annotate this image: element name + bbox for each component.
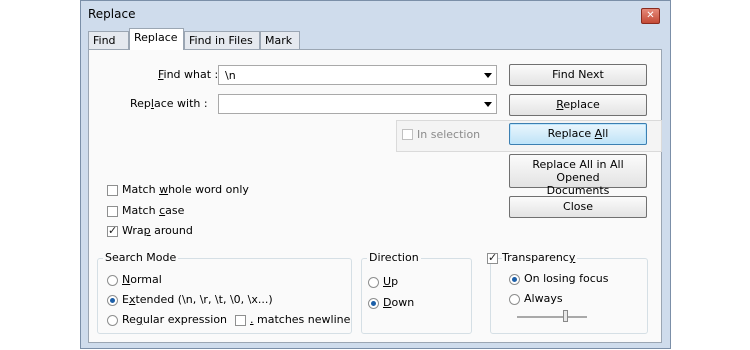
- dropdown-arrow-icon[interactable]: [484, 73, 492, 78]
- match-whole-word-checkbox[interactable]: [107, 185, 118, 196]
- replace-panel: Find what : \n Replace with : Find Next …: [88, 49, 662, 343]
- direction-group: Direction: [361, 251, 472, 334]
- find-what-value: \n: [225, 69, 236, 82]
- tab-find-label: Find: [93, 34, 116, 47]
- radio-selected-dot: [512, 277, 517, 282]
- direction-up-label: Up: [383, 275, 399, 288]
- matches-newline-label: . matches newline: [250, 313, 351, 326]
- tab-replace-label: Replace: [134, 31, 178, 44]
- matches-newline-checkbox[interactable]: [235, 315, 246, 326]
- tab-find-in-files-label: Find in Files: [189, 34, 253, 47]
- close-icon: ✕: [646, 10, 655, 21]
- replace-all-button[interactable]: Replace All: [509, 123, 647, 145]
- dropdown-arrow-icon[interactable]: [484, 102, 492, 107]
- normal-radio[interactable]: [107, 275, 118, 286]
- extended-label: Extended (\n, \r, \t, \0, \x...): [122, 293, 273, 306]
- replace-dialog: Replace ✕ Find Replace Find in Files Mar…: [80, 0, 671, 349]
- regular-expression-radio[interactable]: [107, 315, 118, 326]
- title-bar[interactable]: Replace ✕: [81, 1, 670, 31]
- replace-all-in-opened-documents-button[interactable]: Replace All in All Opened Documents: [509, 154, 647, 197]
- radio-selected-dot: [110, 298, 115, 303]
- direction-up-radio[interactable]: [368, 277, 379, 288]
- find-next-button[interactable]: Find Next: [509, 64, 647, 86]
- radio-selected-dot: [371, 301, 376, 306]
- close-button[interactable]: Close: [509, 196, 647, 218]
- find-what-combobox[interactable]: \n: [218, 65, 497, 85]
- transparency-slider-thumb[interactable]: [563, 310, 568, 322]
- find-next-label: Find Next: [552, 68, 604, 81]
- replace-button-label: Replace: [556, 98, 600, 111]
- tab-replace[interactable]: Replace: [129, 28, 184, 50]
- transparency-checkbox[interactable]: ✓: [487, 251, 498, 264]
- close-button-label: Close: [563, 200, 593, 213]
- search-mode-title: Search Mode: [103, 251, 179, 264]
- direction-down-label: Down: [383, 296, 415, 309]
- checkmark-icon: ✓: [488, 251, 498, 264]
- direction-title: Direction: [367, 251, 421, 264]
- transparency-label: Transparency: [502, 251, 578, 264]
- tab-mark[interactable]: Mark: [260, 31, 300, 49]
- on-losing-focus-label: On losing focus: [524, 272, 609, 285]
- transparency-slider-track[interactable]: [517, 316, 587, 318]
- replace-button[interactable]: Replace: [509, 94, 647, 116]
- tab-mark-label: Mark: [265, 34, 293, 47]
- replace-with-combobox[interactable]: [218, 94, 497, 114]
- regular-expression-label: Regular expression: [122, 313, 228, 326]
- tab-find[interactable]: Find: [88, 31, 129, 49]
- replace-all-docs-line1: Replace All in All Opened: [532, 158, 624, 184]
- direction-down-radio[interactable]: [368, 298, 379, 309]
- match-whole-word-label: Match whole word only: [122, 183, 249, 196]
- in-selection-label: In selection: [417, 128, 481, 141]
- wrap-around-label: Wrap around: [122, 224, 193, 237]
- checkmark-icon: ✓: [108, 224, 118, 237]
- wrap-around-checkbox[interactable]: ✓: [107, 224, 118, 237]
- replace-with-label: Replace with :: [130, 97, 208, 110]
- always-radio[interactable]: [509, 294, 520, 305]
- in-selection-checkbox[interactable]: [402, 129, 413, 140]
- dialog-title: Replace: [88, 7, 136, 21]
- extended-radio[interactable]: [107, 295, 118, 306]
- normal-label: Normal: [122, 273, 162, 286]
- close-window-button[interactable]: ✕: [641, 8, 660, 24]
- replace-all-label: Replace All: [547, 127, 609, 140]
- always-label: Always: [524, 292, 563, 305]
- tab-find-in-files[interactable]: Find in Files: [184, 31, 260, 49]
- match-case-label: Match case: [122, 204, 185, 217]
- find-what-label: Find what :: [158, 68, 219, 81]
- match-case-checkbox[interactable]: [107, 206, 118, 217]
- on-losing-focus-radio[interactable]: [509, 274, 520, 285]
